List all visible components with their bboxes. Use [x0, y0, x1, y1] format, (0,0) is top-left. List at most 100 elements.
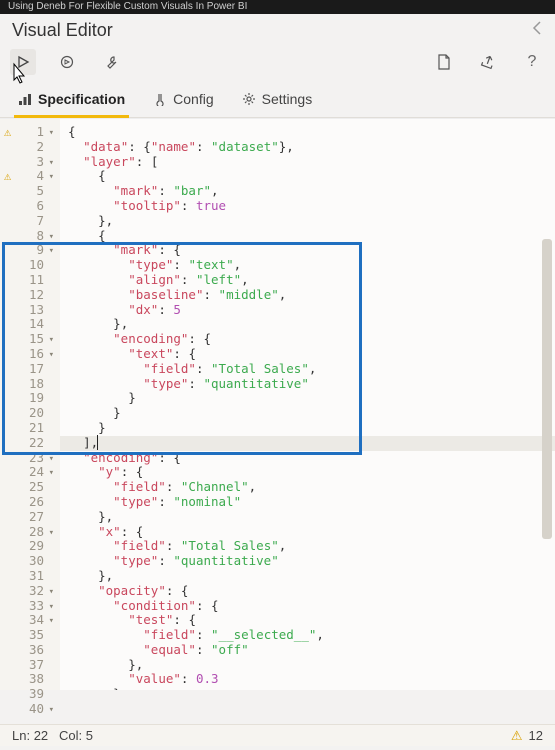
gutter-line: 40▾ — [0, 702, 60, 717]
warning-count: 12 — [529, 728, 543, 743]
code-line[interactable]: ], — [60, 436, 555, 451]
scrollbar[interactable]: ▲ — [541, 239, 553, 660]
tab-settings[interactable]: Settings — [238, 85, 317, 117]
gutter-line: 11 — [0, 273, 60, 288]
tab-specification[interactable]: Specification — [14, 85, 129, 117]
code-line[interactable]: "tooltip": true — [60, 199, 555, 214]
scroll-thumb[interactable] — [542, 239, 552, 539]
gutter-line: 27 — [0, 510, 60, 525]
code-line[interactable]: }, — [60, 658, 555, 673]
video-title-bar: Using Deneb For Flexible Custom Visuals … — [0, 0, 555, 14]
gutter-line: 31 — [0, 569, 60, 584]
gutter-line: 3▾ — [0, 155, 60, 170]
gutter-line: 8▾ — [0, 229, 60, 244]
code-line[interactable]: }, — [60, 510, 555, 525]
code-line[interactable]: "mark": "bar", — [60, 184, 555, 199]
gutter-line: 32▾ — [0, 584, 60, 599]
code-line[interactable]: "opacity": { — [60, 584, 555, 599]
cursor-position: Ln: 22 Col: 5 — [12, 728, 93, 743]
warning-icon: ⚠ — [511, 728, 523, 744]
collapse-chevron-icon[interactable] — [531, 20, 543, 41]
code-line[interactable]: "encoding": { — [60, 332, 555, 347]
gutter-line: 6 — [0, 199, 60, 214]
gutter-line: 29 — [0, 539, 60, 554]
code-line[interactable]: "mark": { — [60, 243, 555, 258]
line-gutter: ⚠1▾23▾⚠4▾5678▾9▾101112131415▾16▾17181920… — [0, 119, 60, 690]
code-line[interactable]: "type": "quantitative" — [60, 377, 555, 392]
gutter-line: 5 — [0, 184, 60, 199]
code-line[interactable]: "encoding": { — [60, 451, 555, 466]
gutter-line: 36 — [0, 643, 60, 658]
code-line[interactable]: }, — [60, 317, 555, 332]
gutter-line: 26 — [0, 495, 60, 510]
code-line[interactable]: "type": "nominal" — [60, 495, 555, 510]
document-button[interactable] — [431, 49, 457, 75]
code-line[interactable]: "field": "Channel", — [60, 480, 555, 495]
gutter-line: 39 — [0, 687, 60, 702]
toolbar: ? — [0, 43, 555, 81]
code-line[interactable]: { — [60, 169, 555, 184]
tab-label: Config — [173, 91, 213, 107]
code-line[interactable]: "field": "__selected__", — [60, 628, 555, 643]
warning-icon: ⚠ — [4, 169, 11, 184]
code-line[interactable]: "text": { — [60, 347, 555, 362]
tab-bar: Specification Config Settings — [0, 81, 555, 118]
code-line[interactable]: "x": { — [60, 525, 555, 540]
status-warnings[interactable]: ⚠ 12 — [511, 728, 543, 744]
share-button[interactable] — [475, 49, 501, 75]
help-button[interactable]: ? — [519, 49, 545, 75]
wrench-button[interactable] — [98, 49, 124, 75]
gutter-line: 34▾ — [0, 613, 60, 628]
code-line[interactable]: "type": "text", — [60, 258, 555, 273]
gutter-line: 33▾ — [0, 599, 60, 614]
gutter-line: 35 — [0, 628, 60, 643]
code-line[interactable]: "baseline": "middle", — [60, 288, 555, 303]
code-line[interactable]: "field": "Total Sales", — [60, 539, 555, 554]
code-line[interactable]: "layer": [ — [60, 155, 555, 170]
gutter-line: 17 — [0, 362, 60, 377]
code-line[interactable]: "type": "quantitative" — [60, 554, 555, 569]
gutter-line: 14 — [0, 317, 60, 332]
code-line[interactable]: } — [60, 406, 555, 421]
code-line[interactable]: } — [60, 391, 555, 406]
play-button[interactable] — [10, 49, 36, 75]
tab-config[interactable]: Config — [149, 85, 217, 117]
code-line[interactable]: "field": "Total Sales", — [60, 362, 555, 377]
gutter-line: 25 — [0, 480, 60, 495]
gutter-line: ⚠4▾ — [0, 169, 60, 184]
refresh-button[interactable] — [54, 49, 80, 75]
gutter-line: 10 — [0, 258, 60, 273]
code-line[interactable]: "align": "left", — [60, 273, 555, 288]
code-line[interactable]: { — [60, 125, 555, 140]
code-line[interactable]: }, — [60, 214, 555, 229]
gutter-line: 7 — [0, 214, 60, 229]
code-content[interactable]: { "data": {"name": "dataset"}, "layer": … — [60, 119, 555, 690]
gutter-line: 37 — [0, 658, 60, 673]
status-bar: Ln: 22 Col: 5 ⚠ 12 — [0, 724, 555, 746]
code-line[interactable]: "equal": "off" — [60, 643, 555, 658]
gutter-line: 12 — [0, 288, 60, 303]
code-line[interactable]: } — [60, 421, 555, 436]
code-line[interactable]: "condition": { — [60, 599, 555, 614]
code-line[interactable]: "y": { — [60, 465, 555, 480]
code-line[interactable]: } — [60, 687, 555, 690]
gutter-line: 38 — [0, 672, 60, 687]
tab-label: Settings — [262, 91, 313, 107]
warning-icon: ⚠ — [4, 125, 11, 140]
code-line[interactable]: }, — [60, 569, 555, 584]
gutter-line: 22 — [0, 436, 60, 451]
gutter-line: 23▾ — [0, 451, 60, 466]
code-line[interactable]: { — [60, 229, 555, 244]
gutter-line: 9▾ — [0, 243, 60, 258]
code-line[interactable]: "dx": 5 — [60, 303, 555, 318]
panel-header: Visual Editor — [0, 14, 555, 43]
gutter-line: 18 — [0, 377, 60, 392]
code-line[interactable]: "data": {"name": "dataset"}, — [60, 140, 555, 155]
code-line[interactable]: "test": { — [60, 613, 555, 628]
code-editor[interactable]: ⚠1▾23▾⚠4▾5678▾9▾101112131415▾16▾17181920… — [0, 118, 555, 690]
gutter-line: 16▾ — [0, 347, 60, 362]
gutter-line: 13 — [0, 303, 60, 318]
code-line[interactable]: "value": 0.3 — [60, 672, 555, 687]
gutter-line: 15▾ — [0, 332, 60, 347]
gutter-line: 21 — [0, 421, 60, 436]
